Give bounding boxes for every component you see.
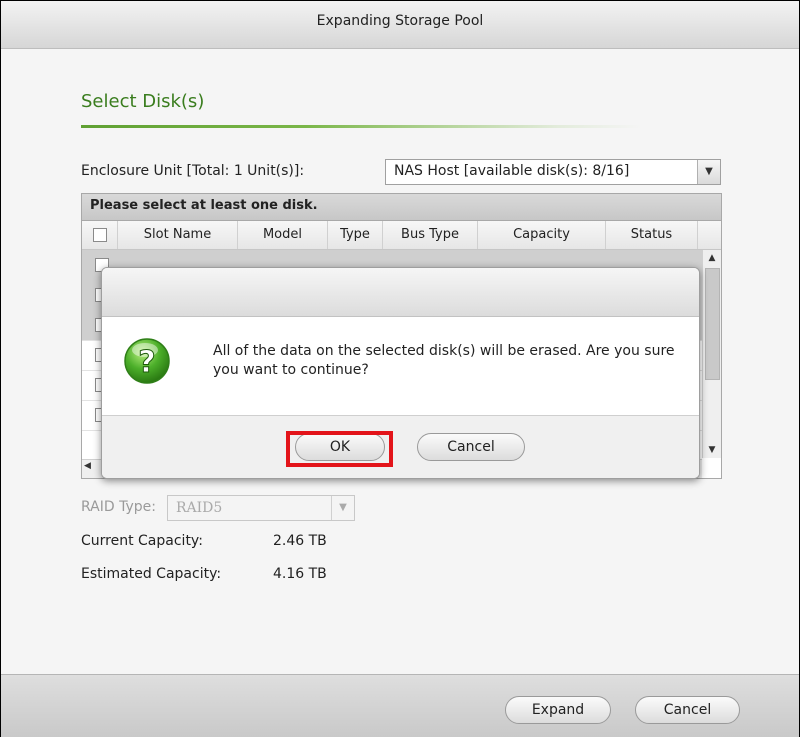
raid-type-label: RAID Type:: [81, 499, 156, 515]
disk-table-header: Slot Name Model Type Bus Type Capacity S…: [82, 221, 721, 250]
disk-table-hint: Please select at least one disk.: [82, 194, 721, 221]
dialog-cancel-button[interactable]: Cancel: [417, 433, 525, 461]
scroll-up-icon[interactable]: ▲: [703, 250, 721, 266]
chevron-down-icon: ▼: [331, 496, 354, 520]
enclosure-label: Enclosure Unit [Total: 1 Unit(s)]:: [81, 163, 305, 179]
dialog-footer: OK Cancel: [102, 415, 699, 478]
raid-type-value: RAID5: [176, 500, 223, 516]
estimated-capacity-value: 4.16 TB: [273, 566, 327, 582]
disk-table-hint-text: Please select at least one disk.: [90, 198, 318, 213]
cancel-button[interactable]: Cancel: [635, 696, 740, 724]
column-header-type[interactable]: Type: [328, 221, 383, 249]
enclosure-select-value: NAS Host [available disk(s): 8/16]: [394, 163, 630, 179]
raid-type-select: RAID5 ▼: [167, 495, 355, 521]
svg-text:?: ?: [138, 345, 155, 380]
scroll-down-icon[interactable]: ▼: [703, 442, 721, 458]
select-all-checkbox[interactable]: [92, 227, 107, 242]
question-icon: ?: [124, 338, 170, 384]
current-capacity-label: Current Capacity:: [81, 533, 203, 549]
window-footer: Expand Cancel: [1, 674, 799, 737]
select-all-checkbox-cell: [82, 221, 118, 249]
estimated-capacity-label: Estimated Capacity:: [81, 566, 222, 582]
confirm-dialog: ? All of the data on the selected disk(s…: [101, 267, 700, 479]
scroll-left-icon[interactable]: ◀: [84, 461, 91, 471]
scrollbar-thumb[interactable]: [705, 268, 720, 380]
column-header-capacity[interactable]: Capacity: [478, 221, 606, 249]
section-divider: [81, 125, 641, 128]
dialog-title-bar: [102, 268, 699, 317]
current-capacity-value: 2.46 TB: [273, 533, 327, 549]
window-title: Expanding Storage Pool: [1, 1, 799, 49]
chevron-down-icon[interactable]: ▼: [697, 160, 720, 184]
column-header-status[interactable]: Status: [606, 221, 698, 249]
column-header-model[interactable]: Model: [238, 221, 328, 249]
dialog-message: All of the data on the selected disk(s) …: [213, 343, 675, 378]
expand-button[interactable]: Expand: [505, 696, 611, 724]
column-header-slot-name[interactable]: Slot Name: [118, 221, 238, 249]
enclosure-select[interactable]: NAS Host [available disk(s): 8/16] ▼: [385, 159, 721, 185]
column-header-bus-type[interactable]: Bus Type: [383, 221, 478, 249]
ok-button[interactable]: OK: [295, 433, 385, 461]
section-title: Select Disk(s): [81, 91, 205, 112]
table-vertical-scrollbar[interactable]: ▲ ▼: [702, 250, 721, 458]
